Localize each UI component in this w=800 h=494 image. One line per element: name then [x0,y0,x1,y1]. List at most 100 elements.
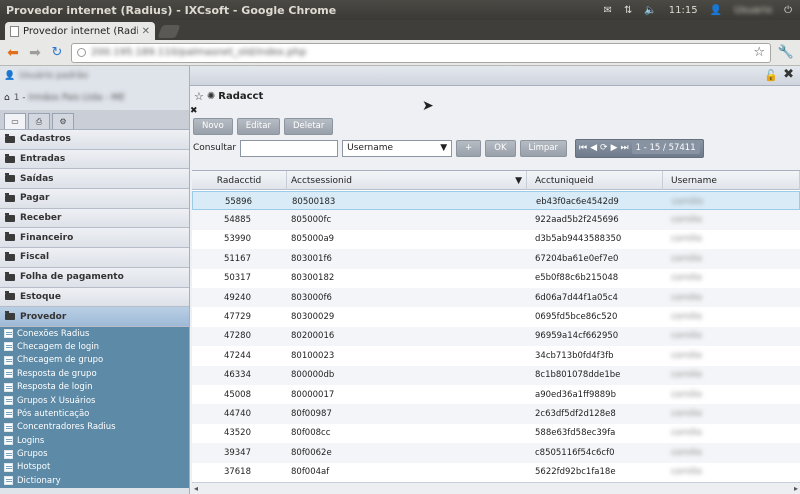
table-row[interactable]: 49240 803000f6 6d06a7d44f1a05c4 cornilio [192,288,800,308]
sidebar-item-estoque[interactable]: Estoque [0,287,189,308]
sidebar-item-entradas[interactable]: Entradas [0,149,189,170]
sidebar-item-pagar[interactable]: Pagar [0,189,189,209]
submenu-item-label: Pós autenticação [17,408,90,419]
table-row[interactable]: 55896 80500183 eb43f0ac6e4542d9 cornilio [192,191,800,211]
table-row[interactable]: 39347 80f0062e c8505116f54c6cf0 cornilio [192,443,800,463]
chevron-down-icon: ▼ [440,143,448,153]
site-info-icon[interactable] [77,48,86,57]
company-name: Irmãos Pais Ltda - ME [28,93,125,103]
address-bar[interactable]: 200.195.189.110/palmasnet_old/index.php … [71,42,771,63]
sidebar-item-fiscal[interactable]: Fiscal [0,248,189,268]
new-button[interactable]: Novo [193,117,233,135]
clock[interactable]: 11:15 [669,5,698,16]
submenu-item[interactable]: Grupos X Usuários [0,394,189,407]
sidebar-item-receber[interactable]: Receber [0,208,189,229]
sidebar-item-folha-de-pagamento[interactable]: Folha de pagamento [0,267,189,288]
cell-radacctid: 51167 [223,253,251,264]
prev-page-icon[interactable]: ◀ [590,143,597,153]
scroll-left-icon[interactable]: ◂ [194,484,198,493]
submenu-item[interactable]: Checagem de grupo [0,354,189,367]
power-icon[interactable]: ⏻ [784,5,792,16]
panel-close-icon[interactable]: ✖ [190,106,198,116]
user-label: Usuário padrão [19,71,88,81]
add-filter-button[interactable]: + [456,139,482,157]
last-page-icon[interactable]: ⏭ [621,143,629,153]
column-header-username[interactable]: Username [663,171,800,190]
user-icon: 👤 [4,71,16,81]
browser-tab[interactable]: Provedor internet (Radius ✕ [5,22,155,40]
search-input[interactable] [240,139,339,157]
cell-radacctid: 47280 [223,331,251,342]
table-row[interactable]: 43520 80f008cc 588e63fd58ec39fa cornilio [192,424,800,443]
folder-icon [5,311,15,321]
favorite-star-icon[interactable]: ☆ [194,90,204,103]
close-tab-icon[interactable]: ✕ [142,26,150,37]
scroll-right-icon[interactable]: ▸ [794,484,798,493]
new-tab-button[interactable] [157,25,181,38]
window-strip: 🔓 ✖ [190,66,800,86]
delete-button[interactable]: Deletar [283,117,334,135]
next-page-icon[interactable]: ▶ [611,143,618,153]
search-field-select[interactable]: Username ▼ [342,139,453,157]
settings-icon[interactable]: ✺ [207,91,215,102]
cell-acctuniqueid: 8c1b801078dde1be [535,370,621,381]
clear-button[interactable]: Limpar [519,139,568,157]
close-icon[interactable]: ✖ [783,67,794,82]
submenu-item[interactable]: Concentradores Radius [0,421,189,434]
submenu-item[interactable]: Hotspot [0,461,189,474]
first-page-icon[interactable]: ⏮ [579,143,587,153]
table-row[interactable]: 44740 80f00987 2c63df5df2d128e8 cornilio [192,404,800,424]
table-row[interactable]: 53990 805000a9 d3b5ab9443588350 cornilio [192,230,800,249]
cell-radacctid: 47244 [223,350,251,361]
forward-icon[interactable]: ➡ [27,45,43,61]
network-icon[interactable]: ⇅ [624,5,632,16]
tab-menu[interactable]: ▭ [4,113,26,129]
table-row[interactable]: 45008 80000017 a90ed36a1ff9889b cornilio [192,385,800,404]
submenu-item[interactable]: Dictionary [0,474,189,487]
mail-icon[interactable]: ✉ [604,5,612,16]
sidebar-item-sa-das[interactable]: Saídas [0,169,189,190]
table-row[interactable]: 50317 80300182 e5b0f88c6b215048 cornilio [192,269,800,288]
wrench-menu-icon[interactable]: 🔧 [777,45,795,60]
reload-icon[interactable]: ↻ [49,45,65,60]
session-user[interactable]: Usuario [734,5,772,16]
home-icon[interactable]: ⌂ [4,93,10,103]
column-header-acctuniqueid[interactable]: Acctuniqueid [527,171,663,190]
volume-icon[interactable]: 🔈 [644,5,656,16]
bookmark-star-icon[interactable]: ☆ [753,45,765,60]
system-tray: ✉ ⇅ 🔈 11:15 👤 Usuario ⏻ [604,5,800,16]
sidebar-item-financeiro[interactable]: Financeiro [0,228,189,249]
submenu-item[interactable]: Conexões Radius [0,327,189,340]
sort-desc-icon[interactable]: ▼ [515,176,522,186]
table-row[interactable]: 47280 80200016 96959a14cf662950 cornilio [192,326,800,347]
table-row[interactable]: 47729 80300029 0695fd5bce86c520 cornilio [192,307,800,326]
page-icon [10,25,19,37]
ok-button[interactable]: OK [485,139,516,157]
submenu-item[interactable]: Pós autenticação [0,407,189,420]
cell-acctuniqueid: 2c63df5df2d128e8 [535,409,616,420]
horizontal-scrollbar[interactable]: ◂ ▸ [192,482,800,494]
submenu-item[interactable]: Checagem de login [0,340,189,353]
column-header-acctsessionid[interactable]: Acctsessionid ▼ [287,171,527,190]
table-row[interactable]: 47244 80100023 34cb713b0fd4f3fb cornilio [192,346,800,365]
tab-settings[interactable]: ⚙ [52,113,74,129]
submenu-item[interactable]: Resposta de login [0,380,189,393]
url-text[interactable]: 200.195.189.110/palmasnet_old/index.php [91,47,748,58]
refresh-icon[interactable]: ⟳ [600,143,608,153]
sidebar-item-provedor[interactable]: Provedor [0,307,189,327]
submenu-item[interactable]: Logins [0,434,189,447]
table-row[interactable]: 54885 805000fc 922aad5b2f245696 cornilio [192,210,800,230]
cell-acctsessionid: 805000fc [291,215,332,226]
submenu-item[interactable]: Grupos [0,447,189,460]
edit-button[interactable]: Editar [236,117,280,135]
sidebar-item-cadastros[interactable]: Cadastros [0,130,189,150]
table-row[interactable]: 51167 803001f6 67204ba61e0ef7e0 cornilio [192,249,800,269]
cell-acctuniqueid: 5622fd92bc1fa18e [535,467,616,478]
table-row[interactable]: 37618 80f004af 5622fd92bc1fa18e cornilio [192,463,800,481]
tab-print[interactable]: ⎙ [28,113,50,129]
unlock-icon[interactable]: 🔓 [764,69,778,82]
table-row[interactable]: 46334 800000db 8c1b801078dde1be cornilio [192,365,800,385]
submenu-item[interactable]: Resposta de grupo [0,367,189,380]
column-header-radacctid[interactable]: Radacctid [192,171,287,190]
back-icon[interactable]: ⬅ [5,45,21,61]
